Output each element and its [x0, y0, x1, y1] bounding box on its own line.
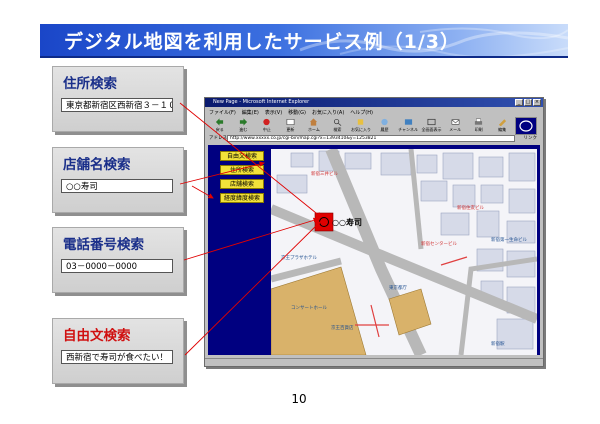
back-arrow-icon	[216, 118, 224, 126]
minimize-icon[interactable]: _	[515, 99, 523, 106]
phone-search-title: 電話番号検索	[63, 237, 144, 253]
browser-window: New Page - Microsoft Internet Explorer _…	[204, 97, 544, 367]
menu-go[interactable]: 移動(G)	[288, 109, 306, 116]
address-search-input[interactable]: 東京都新宿区西新宿３－１０	[61, 98, 173, 112]
menu-view[interactable]: 表示(V)	[265, 109, 282, 116]
freetext-search-panel: 自由文検索 西新宿で寿司が食べたい！	[52, 318, 184, 384]
print-button[interactable]: 印刷	[468, 117, 490, 133]
slide-title: デジタル地図を利用したサービス例（1/3）	[64, 31, 461, 53]
nav-address-search[interactable]: 住所検索	[220, 165, 264, 175]
address-label: アドレス	[209, 136, 227, 141]
edit-icon	[498, 119, 506, 126]
map-label-4: 新宿第一生命ビル	[491, 236, 527, 243]
history-button[interactable]: 履歴	[374, 117, 396, 133]
window-controls: _ □ ×	[515, 99, 541, 106]
menu-file[interactable]: ファイル(F)	[209, 109, 236, 116]
map-label-8: 東京都庁	[389, 284, 407, 291]
browser-status-bar	[205, 358, 543, 366]
menu-help[interactable]: ヘルプ(H)	[350, 109, 373, 116]
maximize-icon[interactable]: □	[524, 99, 532, 106]
channel-icon	[404, 119, 412, 125]
page-content: 自由文検索 住所検索 店舗検索 経度緯度検索 新宿三井ビル 新宿住友ビル 新宿セ…	[208, 145, 540, 355]
stop-icon	[263, 118, 270, 126]
history-icon	[381, 118, 388, 126]
close-icon[interactable]: ×	[533, 99, 541, 106]
favorites-icon	[358, 119, 364, 125]
map-label-6: コンサートホール	[291, 305, 327, 311]
store-search-panel: 店舗名検索 ○○寿司	[52, 147, 184, 213]
map-label-5: 京王プラザホテル	[281, 254, 317, 261]
browser-menu-bar: ファイル(F) 編集(E) 表示(V) 移動(G) お気に入り(A) ヘルプ(H…	[209, 109, 373, 116]
store-search-input[interactable]: ○○寿司	[61, 179, 173, 193]
browser-toolbar: 戻る 進む 中止 更新 ホーム 検索 お気に入り 履歴 チャンネル 全画面表示 …	[209, 117, 513, 133]
address-search-title: 住所検索	[63, 76, 117, 92]
browser-title-bar: New Page - Microsoft Internet Explorer	[205, 98, 543, 107]
mail-icon	[451, 119, 459, 125]
nav-freetext-search[interactable]: 自由文検索	[220, 151, 264, 161]
channel-button[interactable]: チャンネル	[397, 117, 419, 133]
page-number: 10	[291, 392, 307, 406]
back-button[interactable]: 戻る	[209, 117, 231, 133]
favorites-button[interactable]: お気に入り	[350, 117, 372, 133]
address-bar: アドレス http://www.xxxxx.co.jp/cgi-bin/map.…	[209, 135, 537, 143]
links-button[interactable]: リンク	[524, 135, 538, 143]
map-label-7: 京王百貨店	[331, 324, 354, 331]
map-label-1: 新宿三井ビル	[311, 170, 338, 177]
address-input[interactable]: http://www.xxxxx.co.jp/cgi-bin/map.cgi?x…	[227, 135, 515, 142]
ie-logo-icon	[515, 117, 537, 135]
fullscreen-button[interactable]: 全画面表示	[421, 117, 443, 133]
slide-title-bar: デジタル地図を利用したサービス例（1/3）	[40, 24, 568, 56]
forward-arrow-icon	[239, 118, 247, 126]
stop-button[interactable]: 中止	[256, 117, 278, 133]
mail-button[interactable]: メール	[444, 117, 466, 133]
map-view[interactable]: 新宿三井ビル 新宿住友ビル 新宿センタービル 新宿第一生命ビル 京王プラザホテル…	[271, 149, 537, 355]
search-button[interactable]: 検索	[327, 117, 349, 133]
home-button[interactable]: ホーム	[303, 117, 325, 133]
refresh-icon	[286, 119, 295, 125]
fullscreen-icon	[427, 118, 436, 126]
search-icon	[333, 118, 342, 126]
nav-latlng-search[interactable]: 経度緯度検索	[220, 193, 264, 203]
printer-icon	[475, 118, 483, 125]
browser-window-title: New Page - Microsoft Internet Explorer	[213, 99, 310, 105]
freetext-search-input[interactable]: 西新宿で寿司が食べたい！	[61, 350, 173, 364]
map-label-2: 新宿住友ビル	[457, 204, 484, 211]
sushi-marker[interactable]	[314, 212, 334, 232]
phone-search-input[interactable]: 03－0000－0000	[61, 259, 173, 273]
freetext-search-title: 自由文検索	[63, 328, 131, 344]
nav-store-search[interactable]: 店舗検索	[220, 179, 264, 189]
marker-label: ○○寿司	[332, 217, 362, 227]
map-label-3: 新宿センタービル	[421, 240, 457, 247]
edit-button[interactable]: 編集	[491, 117, 513, 133]
refresh-button[interactable]: 更新	[280, 117, 302, 133]
map-image: 新宿三井ビル 新宿住友ビル 新宿センタービル 新宿第一生命ビル 京王プラザホテル…	[271, 149, 537, 355]
forward-button[interactable]: 進む	[233, 117, 255, 133]
store-search-title: 店舗名検索	[63, 157, 131, 173]
menu-favorites[interactable]: お気に入り(A)	[312, 109, 344, 116]
map-label-9: 新宿駅	[491, 340, 505, 347]
home-icon	[310, 118, 318, 126]
address-search-panel: 住所検索 東京都新宿区西新宿３－１０	[52, 66, 184, 132]
menu-edit[interactable]: 編集(E)	[242, 109, 259, 116]
phone-search-panel: 電話番号検索 03－0000－0000	[52, 227, 184, 293]
